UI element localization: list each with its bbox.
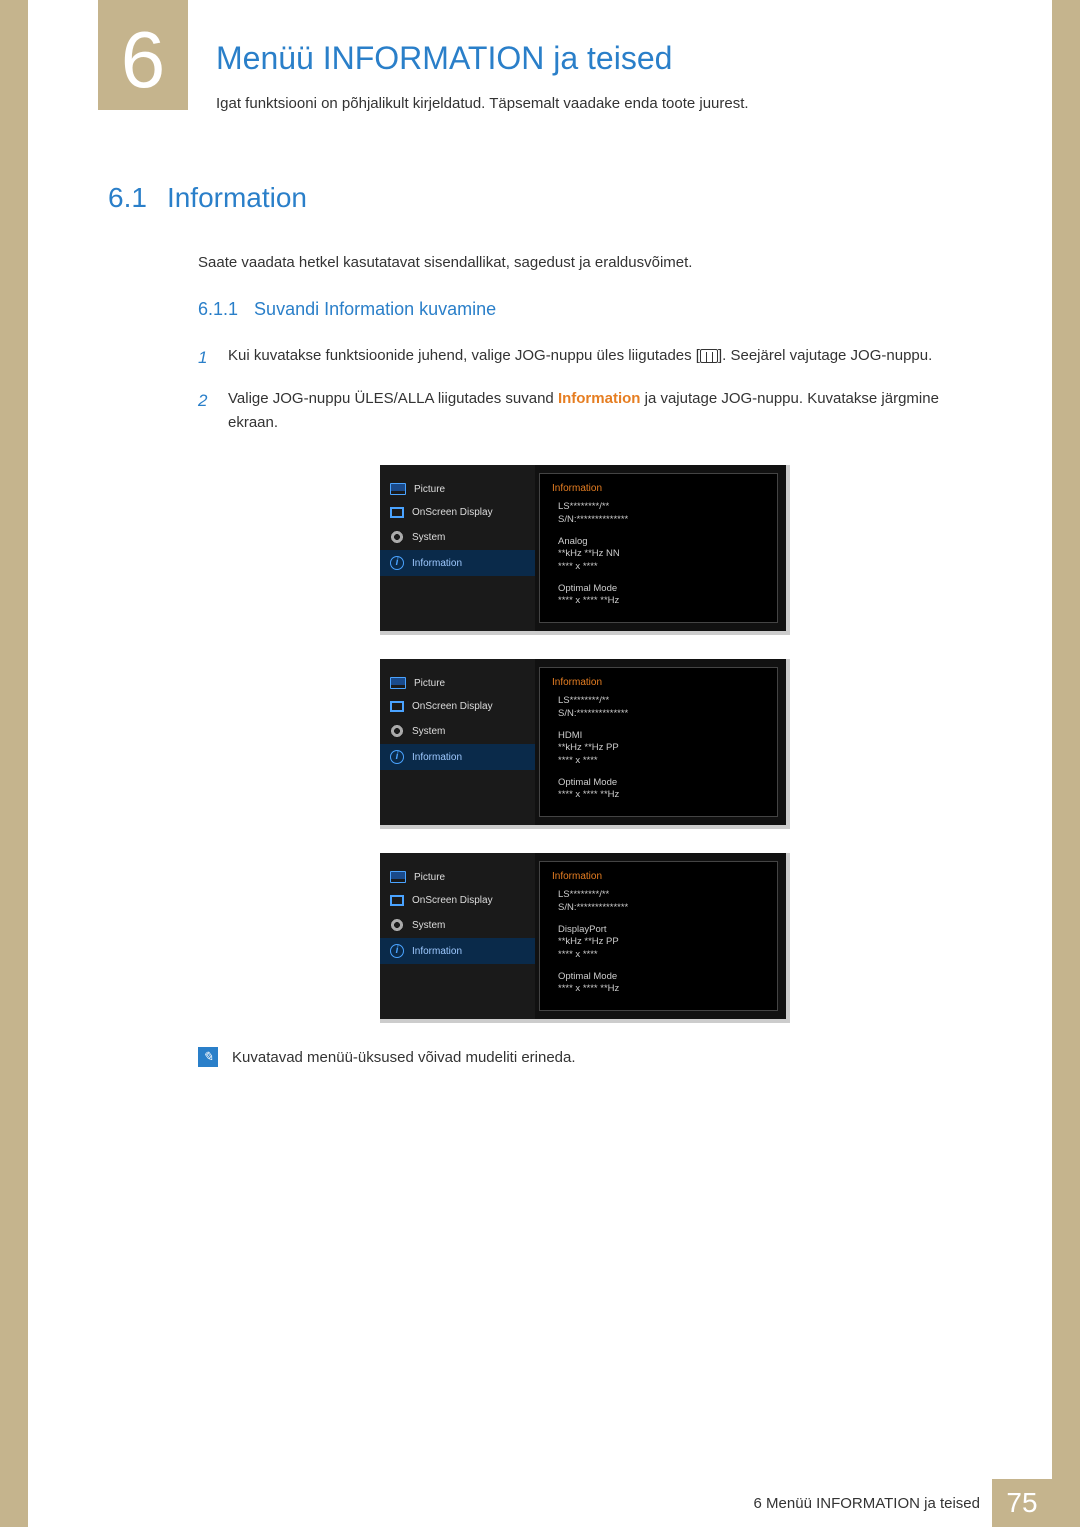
gear-icon: [390, 724, 404, 738]
screen-icon: [390, 895, 404, 906]
monitor-icon: [390, 677, 406, 689]
osd-info-panel: Information LS********/** S/N:**********…: [539, 861, 778, 1011]
osd-item-picture: Picture: [380, 477, 535, 501]
chapter-title: Menüü INFORMATION ja teised: [216, 40, 972, 77]
info-icon: i: [390, 750, 404, 764]
osd-item-picture: Picture: [380, 671, 535, 695]
osd-item-onscreen-display: OnScreen Display: [380, 695, 535, 718]
osd-panel-title: Information: [552, 676, 765, 689]
osd-item-picture: Picture: [380, 865, 535, 889]
osd-item-label: System: [412, 726, 445, 737]
osd-item-label: OnScreen Display: [412, 507, 493, 518]
section-number: 6.1: [108, 182, 147, 214]
subsection-heading: 6.1.1 Suvandi Information kuvamine: [198, 299, 972, 320]
step-number: 1: [198, 344, 214, 371]
screen-icon: [390, 507, 404, 518]
osd-serial: S/N:**************: [558, 514, 765, 526]
footer-text: 6 Menüü INFORMATION ja teised: [742, 1495, 992, 1512]
note-icon: ✎: [198, 1047, 218, 1067]
osd-mode-label: Optimal Mode: [558, 971, 765, 983]
osd-item-label: OnScreen Display: [412, 701, 493, 712]
osd-item-label: Picture: [414, 484, 445, 495]
osd-mode-label: Optimal Mode: [558, 777, 765, 789]
step-1-text-after: ]. Seejärel vajutage JOG-nuppu.: [718, 347, 932, 364]
osd-source: HDMI: [558, 730, 765, 742]
step-1: 1 Kui kuvatakse funktsioonide juhend, va…: [198, 344, 972, 371]
osd-menu-list: Picture OnScreen Display System i Informa…: [380, 853, 535, 1019]
page-number: 75: [992, 1479, 1052, 1527]
section-title: Information: [167, 182, 307, 214]
subsection-title: Suvandi Information kuvamine: [254, 299, 496, 320]
note-text: Kuvatavad menüü-üksused võivad mudeliti …: [232, 1049, 576, 1066]
section-heading: 6.1 Information: [108, 182, 972, 214]
osd-frequency: **kHz **Hz PP: [558, 742, 765, 754]
osd-serial: S/N:**************: [558, 708, 765, 720]
page-footer: 6 Menüü INFORMATION ja teised 75: [742, 1479, 1052, 1527]
osd-menu-list: Picture OnScreen Display System i Informa…: [380, 465, 535, 631]
osd-resolution: **** x ****: [558, 949, 765, 961]
gear-icon: [390, 918, 404, 932]
step-number: 2: [198, 387, 214, 435]
osd-screenshots: Picture OnScreen Display System i Informa…: [198, 465, 972, 1023]
osd-frequency: **kHz **Hz PP: [558, 936, 765, 948]
screen-icon: [390, 701, 404, 712]
osd-item-system: System: [380, 718, 535, 744]
osd-panel-title: Information: [552, 870, 765, 883]
monitor-icon: [390, 483, 406, 495]
info-icon: i: [390, 944, 404, 958]
osd-item-onscreen-display: OnScreen Display: [380, 501, 535, 524]
osd-panel-analog: Picture OnScreen Display System i Informa…: [380, 465, 790, 635]
osd-frequency: **kHz **Hz NN: [558, 548, 765, 560]
osd-item-information: i Information: [380, 550, 535, 576]
osd-item-system: System: [380, 912, 535, 938]
osd-menu-list: Picture OnScreen Display System i Informa…: [380, 659, 535, 825]
gear-icon: [390, 530, 404, 544]
osd-item-onscreen-display: OnScreen Display: [380, 889, 535, 912]
osd-item-system: System: [380, 524, 535, 550]
osd-model: LS********/**: [558, 889, 765, 901]
step-1-text-before: Kui kuvatakse funktsioonide juhend, vali…: [228, 347, 700, 364]
osd-item-label: Information: [412, 946, 462, 957]
osd-item-label: Information: [412, 558, 462, 569]
step-2-highlight: Information: [558, 390, 641, 407]
osd-item-label: OnScreen Display: [412, 895, 493, 906]
osd-source: DisplayPort: [558, 924, 765, 936]
monitor-icon: [390, 871, 406, 883]
osd-source: Analog: [558, 536, 765, 548]
osd-item-information: i Information: [380, 744, 535, 770]
chapter-header: 6 Menüü INFORMATION ja teised Igat funkt…: [28, 0, 1052, 112]
osd-model: LS********/**: [558, 501, 765, 513]
osd-item-label: Picture: [414, 678, 445, 689]
menu-icon: [700, 349, 718, 363]
step-2: 2 Valige JOG-nuppu ÜLES/ALLA liigutades …: [198, 387, 972, 435]
osd-serial: S/N:**************: [558, 902, 765, 914]
osd-mode-value: **** x **** **Hz: [558, 983, 765, 995]
chapter-description: Igat funktsiooni on põhjalikult kirjelda…: [216, 95, 972, 112]
osd-item-label: Information: [412, 752, 462, 763]
section-intro: Saate vaadata hetkel kasutatavat sisenda…: [198, 254, 972, 271]
info-icon: i: [390, 556, 404, 570]
osd-panel-hdmi: Picture OnScreen Display System i Informa…: [380, 659, 790, 829]
osd-item-label: System: [412, 532, 445, 543]
osd-resolution: **** x ****: [558, 755, 765, 767]
subsection-number: 6.1.1: [198, 299, 238, 320]
osd-item-label: Picture: [414, 872, 445, 883]
osd-panel-title: Information: [552, 482, 765, 495]
osd-info-panel: Information LS********/** S/N:**********…: [539, 473, 778, 623]
note-row: ✎ Kuvatavad menüü-üksused võivad mudelit…: [198, 1047, 972, 1067]
osd-item-information: i Information: [380, 938, 535, 964]
osd-mode-label: Optimal Mode: [558, 583, 765, 595]
osd-info-panel: Information LS********/** S/N:**********…: [539, 667, 778, 817]
osd-mode-value: **** x **** **Hz: [558, 789, 765, 801]
step-2-text-1: Valige JOG-nuppu ÜLES/ALLA liigutades su…: [228, 390, 558, 407]
chapter-number: 6: [98, 0, 188, 110]
osd-resolution: **** x ****: [558, 561, 765, 573]
osd-model: LS********/**: [558, 695, 765, 707]
osd-panel-displayport: Picture OnScreen Display System i Informa…: [380, 853, 790, 1023]
osd-mode-value: **** x **** **Hz: [558, 595, 765, 607]
osd-item-label: System: [412, 920, 445, 931]
